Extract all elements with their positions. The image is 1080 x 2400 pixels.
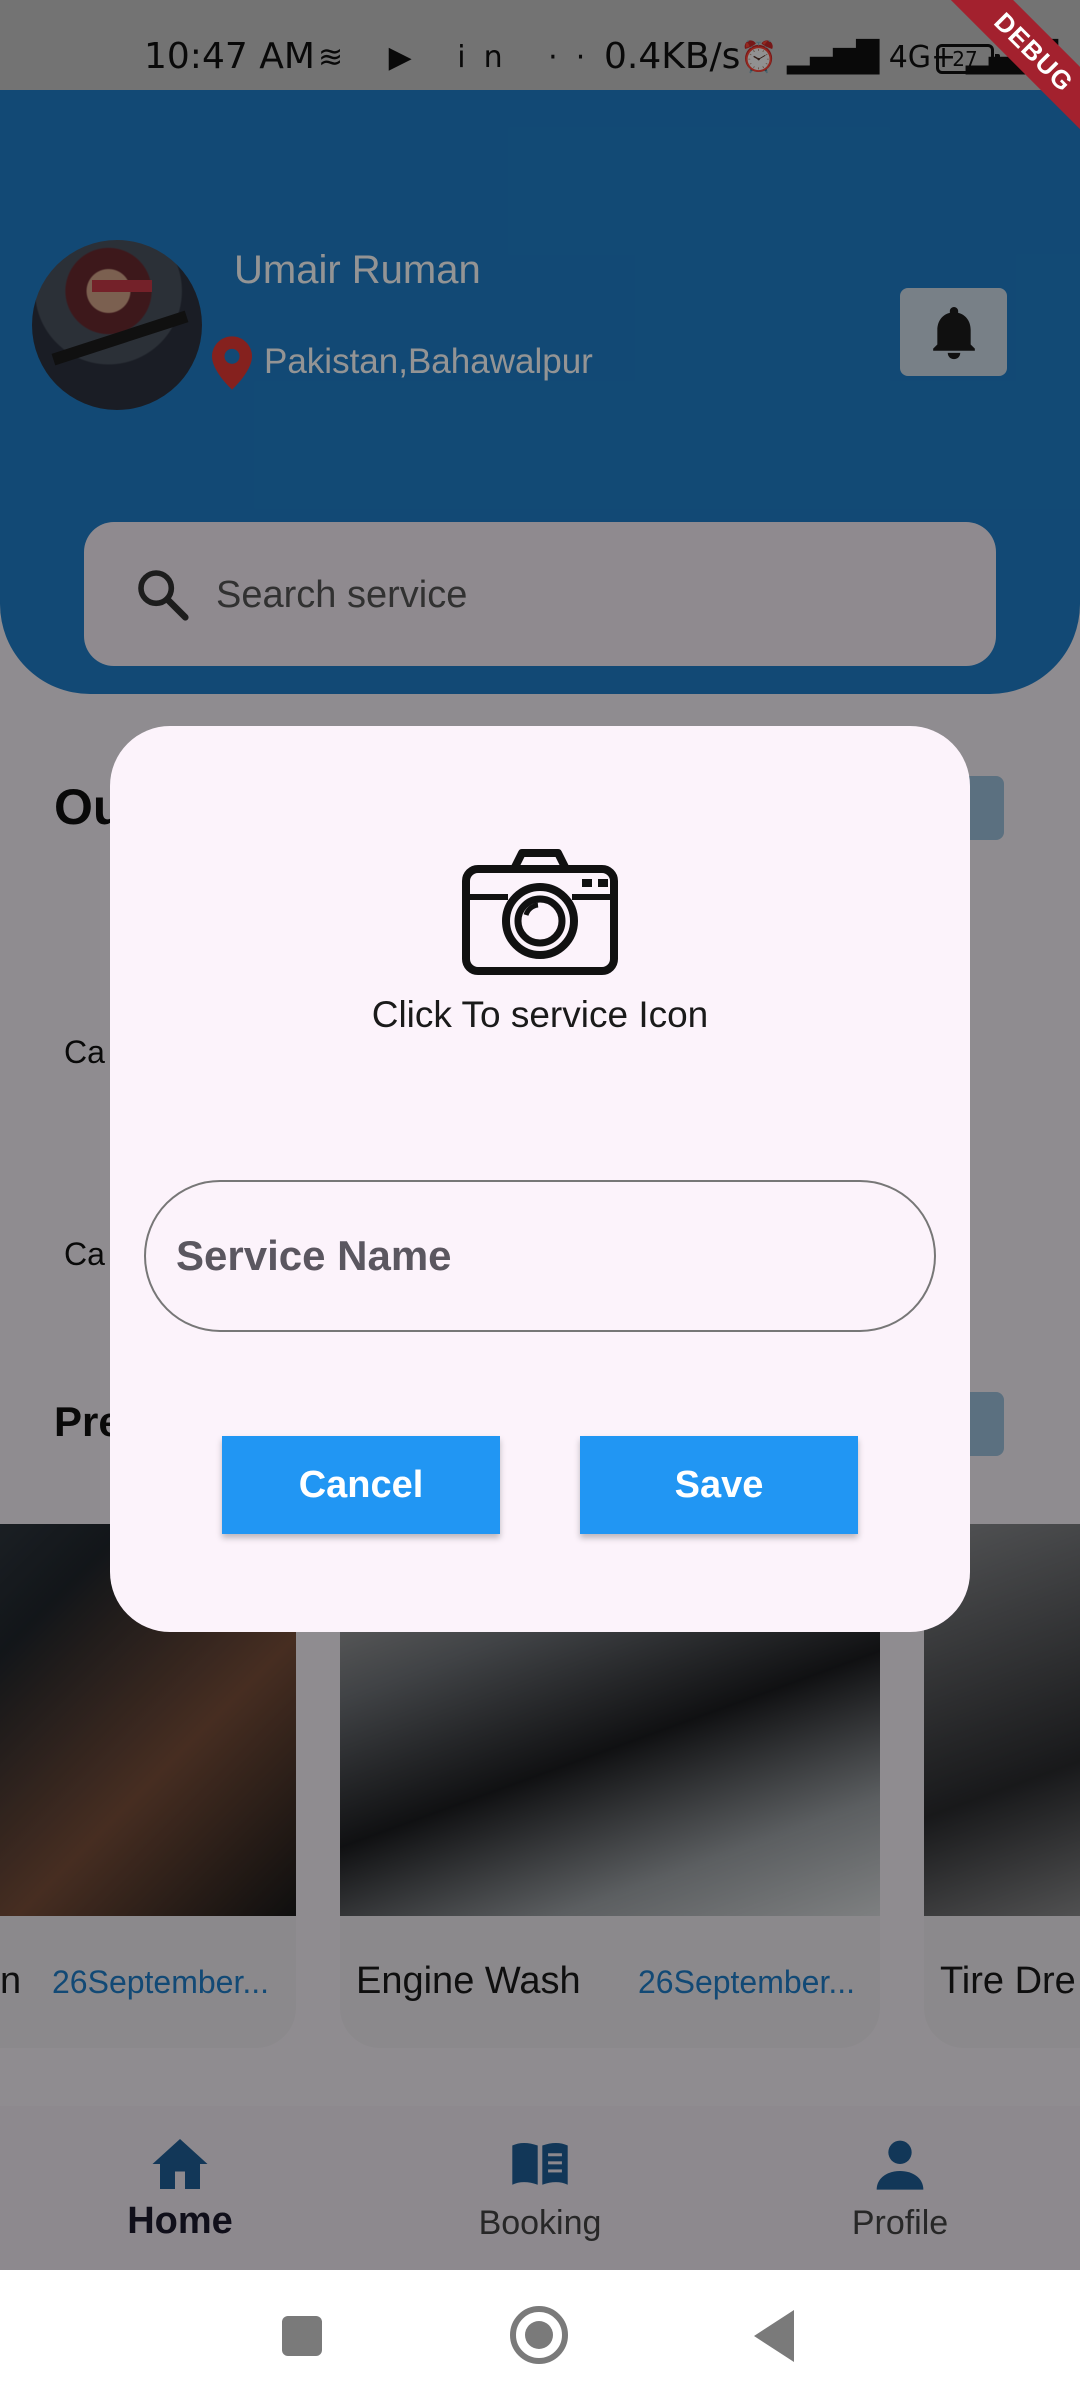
recent-apps-button[interactable] [282, 2316, 322, 2356]
back-button[interactable] [754, 2310, 794, 2362]
cancel-button[interactable]: Cancel [222, 1436, 500, 1534]
app-screen: 10:47 AM ≋ ▶ in ··· 0.4KB/s ⏰ ▂▄▆█ 4G+ ▂… [0, 0, 1080, 2400]
camera-icon[interactable] [460, 848, 620, 978]
service-name-placeholder: Service Name [176, 1232, 452, 1279]
save-button[interactable]: Save [580, 1436, 858, 1534]
system-nav-bar [0, 2270, 1080, 2400]
home-system-button[interactable] [510, 2306, 568, 2364]
service-name-input[interactable]: Service Name [144, 1180, 936, 1332]
upload-icon-caption[interactable]: Click To service Icon [110, 994, 970, 1036]
add-service-dialog: Click To service Icon Service Name Cance… [110, 726, 970, 1632]
